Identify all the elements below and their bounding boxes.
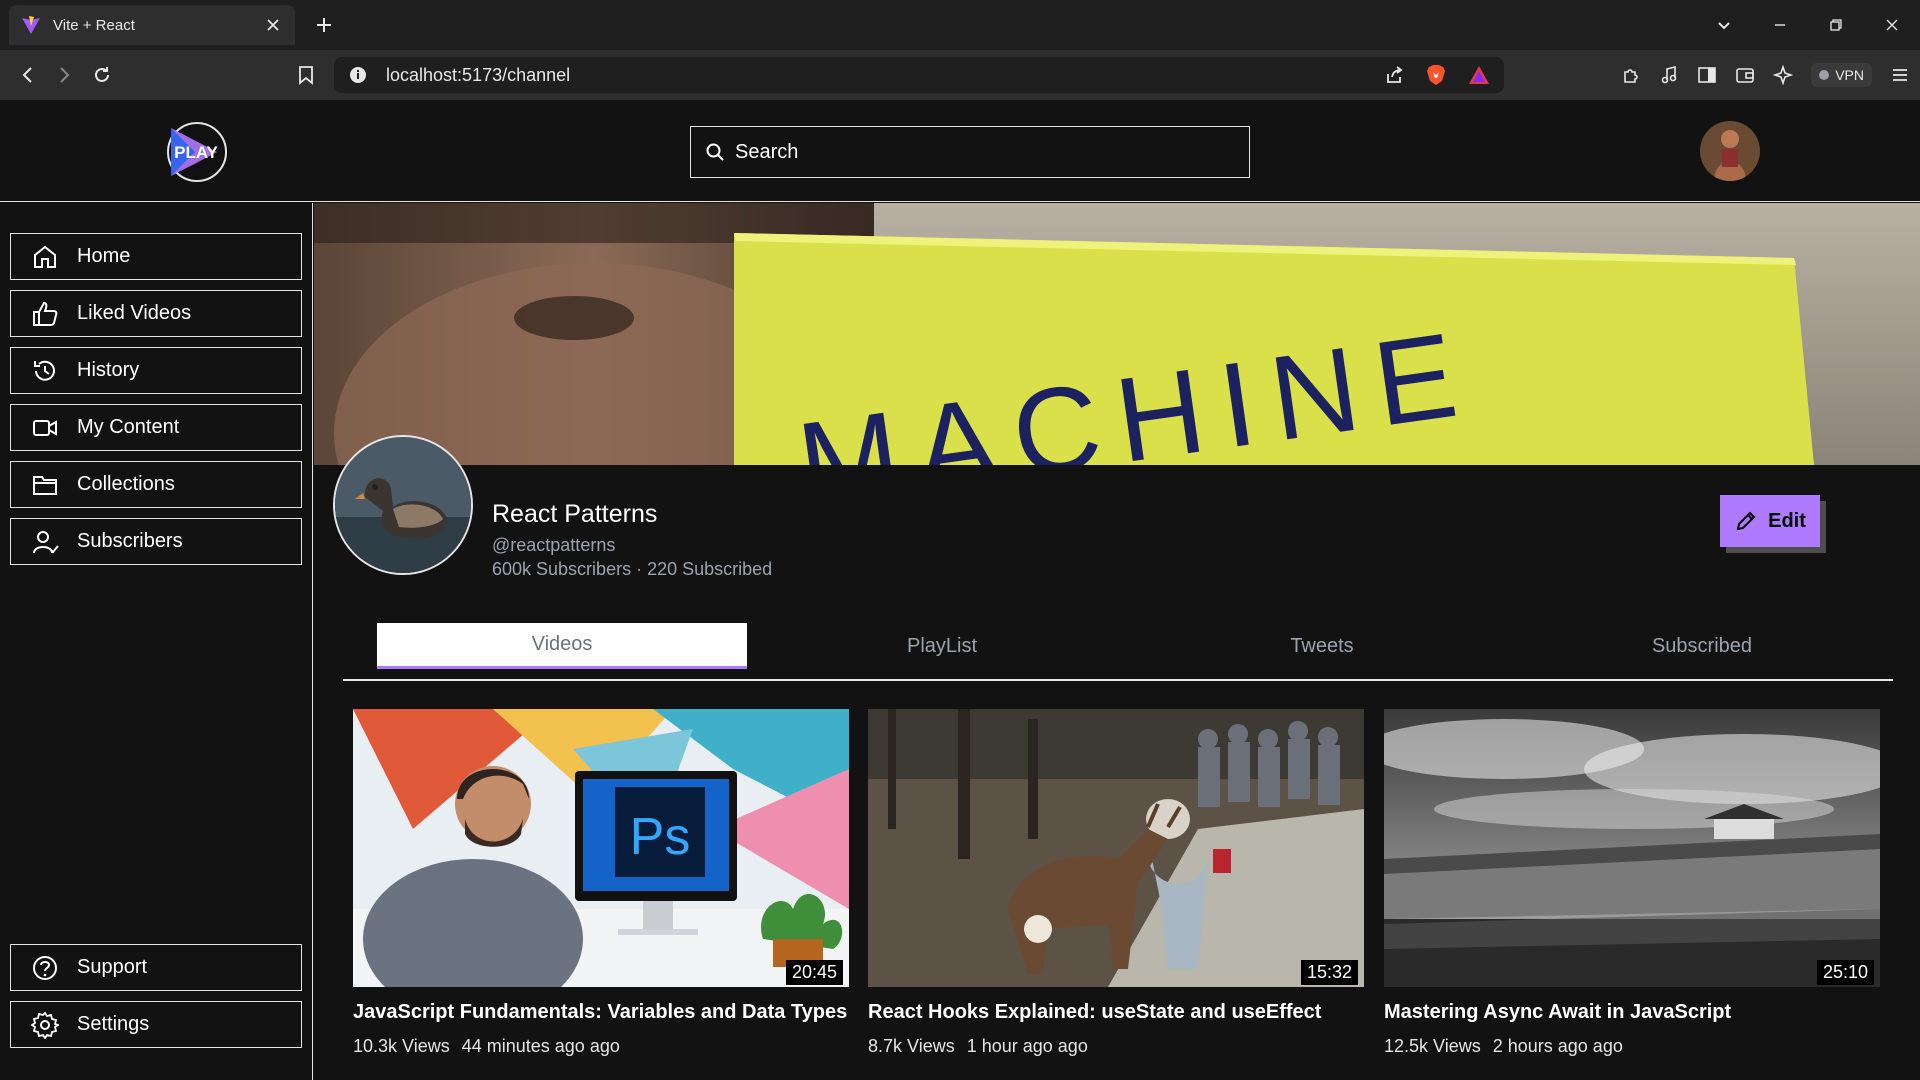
vite-favicon-icon xyxy=(21,15,41,35)
sidebar-item-subscribers[interactable]: Subscribers xyxy=(10,518,302,565)
restore-icon[interactable] xyxy=(1808,0,1864,50)
tab-list-chevron-icon[interactable] xyxy=(1696,0,1752,50)
vpn-button[interactable]: VPN xyxy=(1811,63,1872,87)
sidebar-toggle-icon[interactable] xyxy=(1697,65,1717,85)
sidebar: Home Liked Videos History My Content Col… xyxy=(0,203,313,1080)
channel-handle: @reactpatterns xyxy=(492,535,616,555)
video-views: 12.5k Views xyxy=(1384,1036,1481,1056)
video-time: 44 minutes ago ago xyxy=(461,1036,620,1056)
tab-videos[interactable]: Videos xyxy=(377,623,747,669)
media-music-icon[interactable] xyxy=(1659,65,1679,85)
video-meta: 12.5k Views 2 hours ago ago xyxy=(1384,1036,1880,1057)
logo-text: PLAY xyxy=(174,143,218,162)
back-icon[interactable] xyxy=(16,63,40,87)
search-icon xyxy=(705,142,725,162)
video-camera-icon xyxy=(33,419,57,436)
sidebar-item-label: My Content xyxy=(77,416,180,438)
wallet-icon[interactable] xyxy=(1735,65,1755,85)
video-duration: 25:10 xyxy=(1816,960,1874,985)
video-meta: 8.7k Views 1 hour ago ago xyxy=(868,1036,1364,1057)
channel-cover-image: MACHINE xyxy=(314,203,1920,465)
brave-shields-icon[interactable] xyxy=(1426,64,1446,86)
history-icon xyxy=(34,360,55,381)
new-tab-icon[interactable] xyxy=(312,13,336,37)
bookmark-icon[interactable] xyxy=(294,63,318,87)
video-duration: 15:32 xyxy=(1300,960,1358,985)
vpn-label: VPN xyxy=(1835,67,1864,83)
video-views: 8.7k Views xyxy=(868,1036,955,1056)
tab-title: Vite + React xyxy=(53,16,135,34)
video-title[interactable]: React Hooks Explained: useState and useE… xyxy=(868,1001,1364,1024)
gear-icon xyxy=(31,1011,59,1039)
sidebar-item-label: Subscribers xyxy=(77,530,183,552)
sidebar-item-collections[interactable]: Collections xyxy=(10,461,302,508)
video-title[interactable]: Mastering Async Await in JavaScript xyxy=(1384,1001,1880,1024)
video-time: 2 hours ago ago xyxy=(1492,1036,1623,1056)
video-title[interactable]: JavaScript Fundamentals: Variables and D… xyxy=(353,1001,849,1024)
edit-button[interactable]: Edit xyxy=(1720,495,1820,547)
sidebar-item-history[interactable]: History xyxy=(10,347,302,394)
video-card[interactable]: 15:32 React Hooks Explained: useState an… xyxy=(868,709,1364,1057)
sidebar-item-label: Liked Videos xyxy=(77,302,192,324)
user-avatar[interactable] xyxy=(1700,121,1760,181)
leo-ai-icon[interactable] xyxy=(1773,65,1794,85)
search-input[interactable] xyxy=(735,140,1235,164)
browser-nav-bar: localhost:5173/channel VPN xyxy=(0,50,1920,100)
video-views: 10.3k Views xyxy=(353,1036,450,1056)
minimize-icon[interactable] xyxy=(1752,0,1808,50)
play-logo[interactable]: PLAY xyxy=(165,120,229,184)
browser-tab[interactable]: Vite + React xyxy=(9,5,295,45)
video-card[interactable]: 25:10 Mastering Async Await in JavaScrip… xyxy=(1384,709,1880,1057)
sidebar-item-support[interactable]: Support xyxy=(10,944,302,991)
thumbs-up-icon xyxy=(33,301,58,326)
share-icon[interactable] xyxy=(1384,65,1404,85)
address-bar[interactable]: localhost:5173/channel xyxy=(334,57,1504,93)
home-icon xyxy=(34,245,56,268)
close-tab-icon[interactable] xyxy=(263,15,283,35)
reload-icon[interactable] xyxy=(90,63,114,87)
url-text: localhost:5173/channel xyxy=(386,64,571,85)
help-circle-icon xyxy=(33,955,57,980)
sidebar-item-settings[interactable]: Settings xyxy=(10,1001,302,1048)
video-duration: 20:45 xyxy=(785,960,843,985)
user-check-icon xyxy=(33,530,59,553)
sidebar-item-label: History xyxy=(77,359,140,381)
channel-page: MACHINE React Patterns @reactpatterns 60… xyxy=(314,203,1920,1080)
video-meta: 10.3k Views 44 minutes ago ago xyxy=(353,1036,849,1057)
tab-tweets[interactable]: Tweets xyxy=(1137,623,1507,669)
extensions-icon[interactable] xyxy=(1621,65,1641,85)
menu-icon[interactable] xyxy=(1890,65,1910,85)
sidebar-item-home[interactable]: Home xyxy=(10,233,302,280)
tab-subscribed[interactable]: Subscribed xyxy=(1517,623,1887,669)
video-card[interactable]: Ps 20:45 JavaScript Fundamentals: Variab… xyxy=(353,709,849,1057)
sidebar-item-label: Settings xyxy=(77,1013,150,1035)
sidebar-item-label: Home xyxy=(77,245,131,267)
pencil-icon xyxy=(1736,511,1756,531)
channel-tabs: Videos PlayList Tweets Subscribed xyxy=(343,619,1893,681)
channel-name: React Patterns xyxy=(492,500,658,528)
channel-stats: 600k Subscribers · 220 Subscribed xyxy=(492,559,773,579)
tab-playlist[interactable]: PlayList xyxy=(757,623,1127,669)
sidebar-item-label: Support xyxy=(77,956,148,978)
channel-avatar[interactable] xyxy=(333,435,473,575)
sidebar-item-label: Collections xyxy=(77,473,175,495)
video-thumbnail[interactable]: 25:10 xyxy=(1384,709,1880,987)
svg-text:Ps: Ps xyxy=(630,808,691,866)
vpn-status-icon xyxy=(1819,70,1830,80)
video-thumbnail[interactable]: 15:32 xyxy=(868,709,1364,987)
app-header: PLAY xyxy=(0,100,1920,202)
brave-rewards-icon[interactable] xyxy=(1468,65,1490,85)
search-box[interactable] xyxy=(690,126,1250,178)
browser-tab-bar: Vite + React xyxy=(0,0,1920,50)
forward-icon[interactable] xyxy=(52,63,76,87)
video-time: 1 hour ago ago xyxy=(966,1036,1088,1056)
site-info-icon[interactable] xyxy=(348,65,368,85)
edit-button-label: Edit xyxy=(1768,509,1806,532)
video-thumbnail[interactable]: Ps 20:45 xyxy=(353,709,849,987)
sidebar-item-my-content[interactable]: My Content xyxy=(10,404,302,451)
sidebar-item-liked-videos[interactable]: Liked Videos xyxy=(10,290,302,337)
folder-icon xyxy=(33,475,57,495)
close-window-icon[interactable] xyxy=(1864,0,1920,50)
